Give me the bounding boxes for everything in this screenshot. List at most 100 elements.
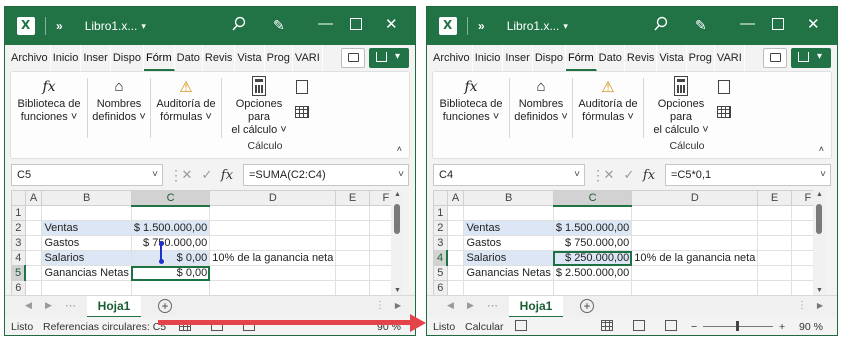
cell[interactable] [463,205,554,221]
row-header[interactable]: 6 [433,280,448,296]
splitter-icon[interactable]: ⋮ [375,300,385,311]
select-all-corner[interactable] [11,190,26,206]
name-box[interactable]: C5 ˅ [11,164,163,186]
chevron-down-icon[interactable]: ▾ [141,21,146,32]
chevron-down-icon[interactable]: ˅ [398,165,404,185]
scroll-thumb[interactable] [394,204,400,234]
enter-icon[interactable]: ✓ [619,167,639,183]
zoom-in-icon[interactable]: + [779,321,785,333]
cell[interactable] [209,235,337,251]
column-header-d[interactable]: D [631,190,759,206]
comments-button[interactable] [763,48,787,68]
cell[interactable] [446,235,465,251]
search-icon[interactable] [653,16,669,32]
cell[interactable]: Salarios [463,250,554,266]
zoom-slider-knob[interactable] [736,321,739,331]
tab-revisar[interactable]: Revis [203,45,236,71]
name-box[interactable]: C4 ˅ [433,164,585,186]
cell[interactable] [335,265,370,281]
row-header[interactable]: 2 [433,220,448,236]
scroll-thumb[interactable] [816,204,822,234]
pen-icon[interactable]: ✎ [273,17,285,34]
cell[interactable]: 10% de la ganancia neta [209,250,337,266]
tab-datos[interactable]: Dato [175,45,203,71]
collapse-ribbon-icon[interactable]: ˄ [397,144,402,154]
column-header-d[interactable]: D [209,190,337,206]
calculate-sheet-icon[interactable] [717,106,731,118]
worksheet-grid[interactable]: A B C D E F 1 2 Ventas $ 1.500.000,00 3 [433,190,826,311]
cell[interactable] [757,205,792,221]
cell[interactable] [24,280,43,296]
active-cell[interactable]: $ 250.000,00 [552,250,633,266]
more-sheets-icon[interactable]: ⋯ [65,299,76,312]
formula-input[interactable]: =C5*0,1 ˅ [665,164,831,186]
vertical-scrollbar[interactable]: ▲ ▼ [813,190,825,295]
cell[interactable] [631,280,759,296]
scroll-right-icon[interactable]: ▶ [395,301,401,310]
share-button[interactable]: ▾ [369,48,409,68]
cell[interactable] [446,250,465,266]
calculate-sheet-icon[interactable] [295,106,309,118]
minimize-icon[interactable]: — [318,15,333,32]
sheet-tab-hoja1[interactable]: Hoja1 [509,296,563,318]
cell[interactable] [335,220,370,236]
cell[interactable] [130,280,211,296]
status-calculate[interactable]: Calcular [465,321,504,333]
close-icon[interactable]: ✕ [385,15,398,33]
insert-function-icon[interactable]: fx [639,168,659,183]
enter-icon[interactable]: ✓ [197,167,217,183]
drag-handle-icon[interactable]: ⋮ [591,168,605,182]
cell[interactable]: $ 750.000,00 [552,235,633,251]
cell[interactable]: Salarios [41,250,132,266]
tab-vista[interactable]: Vista [235,45,265,71]
cell[interactable] [209,265,337,281]
cell[interactable]: Gastos [463,235,554,251]
cell[interactable]: Ganancias Netas [41,265,132,281]
row-header[interactable]: 3 [433,235,448,251]
add-sheet-icon[interactable]: + [580,299,594,313]
cell[interactable] [335,280,370,296]
tab-inicio[interactable]: Inicio [51,45,82,71]
next-sheet-icon[interactable]: ▶ [467,300,474,311]
tab-datos[interactable]: Dato [597,45,625,71]
pen-icon[interactable]: ✎ [695,17,707,34]
chevron-down-icon[interactable]: ˅ [152,165,158,185]
row-header[interactable]: 5 [11,265,27,281]
cell[interactable]: Gastos [41,235,132,251]
row-header[interactable]: 2 [11,220,26,236]
next-sheet-icon[interactable]: ▶ [45,300,52,311]
function-library-button[interactable]: fx Biblioteca de funciones ˅ [435,72,507,142]
tab-vista[interactable]: Vista [657,45,687,71]
cell[interactable]: $ 0,00 [130,250,211,266]
tab-varios[interactable]: VARI [293,45,323,71]
zoom-out-icon[interactable]: − [691,321,697,333]
cell[interactable] [130,205,211,221]
column-header-a[interactable]: A [24,190,43,206]
chevron-down-icon[interactable]: ˅ [574,165,580,185]
chevron-down-icon[interactable]: ▾ [563,21,568,32]
drag-handle-icon[interactable]: ⋮ [169,168,183,182]
cell[interactable] [757,220,792,236]
tab-formulas[interactable]: Fórm [143,45,175,71]
row-header[interactable]: 1 [433,205,448,221]
cell[interactable] [552,205,633,221]
select-all-corner[interactable] [433,190,448,206]
tab-disposicion[interactable]: Dispo [533,45,566,71]
calculate-now-icon[interactable] [296,80,308,94]
tab-formulas[interactable]: Fórm [565,45,597,71]
cell[interactable] [24,250,43,266]
row-header[interactable]: 6 [11,280,26,296]
defined-names-button[interactable]: ⌂ Nombres definidos ˅ [513,72,569,142]
file-title[interactable]: Libro1.x... [85,19,138,33]
cell[interactable] [209,280,337,296]
column-header-b[interactable]: B [463,190,554,206]
scroll-up-icon[interactable]: ▲ [394,191,401,198]
normal-view-icon[interactable] [601,320,613,331]
tab-disposicion[interactable]: Dispo [111,45,144,71]
cell[interactable] [631,235,759,251]
cell[interactable] [24,235,43,251]
cell[interactable] [463,280,554,296]
insert-function-icon[interactable]: fx [217,168,237,183]
cell[interactable]: $ 1.500.000,00 [130,220,211,236]
cell[interactable] [446,265,465,281]
